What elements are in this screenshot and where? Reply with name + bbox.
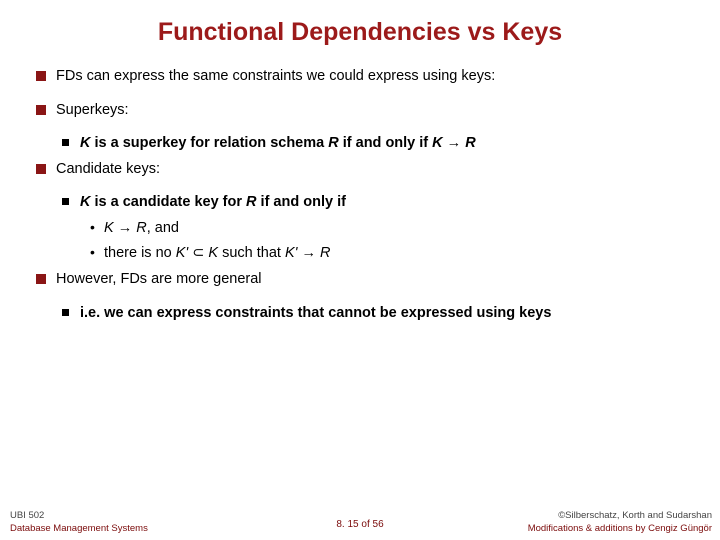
var-R: R bbox=[465, 135, 475, 151]
var-R: R bbox=[320, 245, 330, 261]
var-R: R bbox=[246, 194, 256, 210]
arrow-icon: → bbox=[297, 245, 320, 261]
bullet-fds-express: FDs can express the same constraints we … bbox=[56, 67, 680, 87]
var-K: K bbox=[208, 245, 218, 261]
sub-more-general: i.e. we can express constraints that can… bbox=[80, 304, 680, 324]
text: if and only if bbox=[339, 135, 432, 151]
subsub-implies: K → R, and bbox=[104, 219, 680, 239]
text: there is no bbox=[104, 245, 176, 261]
var-K: K bbox=[80, 135, 90, 151]
slide-body: FDs can express the same constraints we … bbox=[0, 57, 720, 323]
text: is a superkey for relation schema bbox=[90, 135, 328, 151]
arrow-icon: → bbox=[114, 220, 137, 236]
subset-icon: ⊂ bbox=[192, 245, 208, 261]
var-K: K bbox=[104, 220, 114, 236]
arrow-icon: → bbox=[443, 135, 466, 151]
modifications: Modifications & additions by Cengiz Güng… bbox=[528, 523, 712, 534]
slide-title: Functional Dependencies vs Keys bbox=[0, 0, 720, 57]
slide: Functional Dependencies vs Keys FDs can … bbox=[0, 0, 720, 540]
sub-candidate-def: K is a candidate key for R if and only i… bbox=[80, 193, 680, 213]
page-number: 8. 15 of 56 bbox=[336, 519, 383, 530]
course-code: UBI 502 bbox=[10, 510, 44, 521]
footer: UBI 502 ©Silberschatz, Korth and Sudarsh… bbox=[0, 510, 720, 534]
var-Kp: K' bbox=[176, 245, 192, 261]
var-K: K bbox=[80, 194, 90, 210]
var-R: R bbox=[328, 135, 338, 151]
text: such that bbox=[218, 245, 285, 261]
bullet-superkeys: Superkeys: bbox=[56, 101, 680, 121]
text: , and bbox=[147, 220, 179, 236]
var-R: R bbox=[136, 220, 146, 236]
var-Kp: K' bbox=[285, 245, 297, 261]
subject: Database Management Systems bbox=[10, 523, 148, 534]
text: if and only if bbox=[257, 194, 346, 210]
subsub-no-subset: there is no K' ⊂ K such that K' → R bbox=[104, 244, 680, 264]
bullet-however: However, FDs are more general bbox=[56, 270, 680, 290]
copyright: ©Silberschatz, Korth and Sudarshan bbox=[558, 510, 712, 521]
sub-superkey-def: K is a superkey for relation schema R if… bbox=[80, 134, 680, 154]
bullet-candidate-keys: Candidate keys: bbox=[56, 160, 680, 180]
var-K: K bbox=[432, 135, 442, 151]
text: is a candidate key for bbox=[90, 194, 246, 210]
